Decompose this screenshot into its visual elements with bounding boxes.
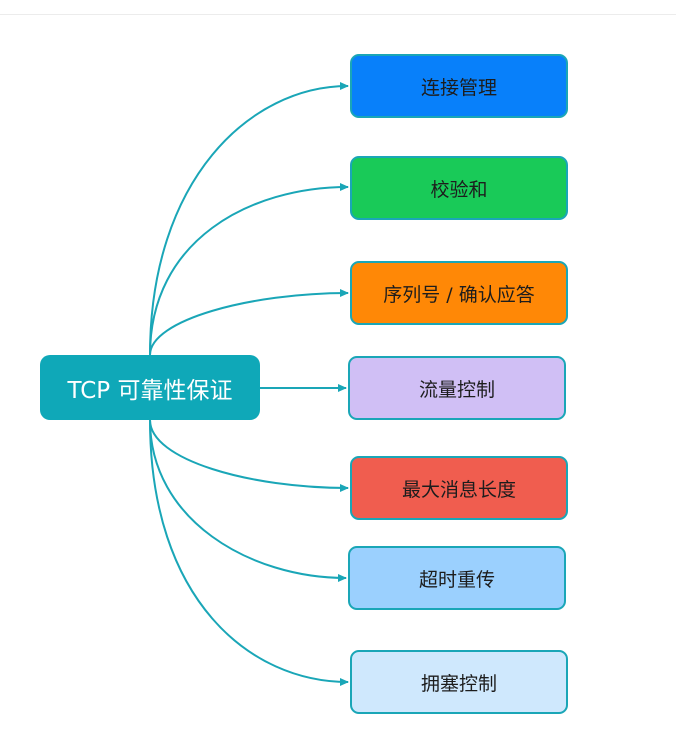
node-label: 连接管理: [420, 76, 497, 99]
connector-timeout-retransmit: [149, 419, 347, 582]
connector-connection-management: [149, 82, 349, 356]
node-flow-control: 流量控制: [348, 356, 566, 420]
connector-checksum: [149, 183, 349, 356]
node-label: 序列号 / 确认应答: [383, 283, 535, 306]
node-timeout-retransmit: 超时重传: [348, 546, 566, 610]
node-checksum: 校验和: [350, 156, 568, 220]
connector-congestion-control: [149, 419, 349, 686]
root-node: TCP 可靠性保证: [40, 355, 260, 420]
connector-sequence-ack: [149, 289, 349, 356]
node-label: 校验和: [430, 178, 488, 201]
node-sequence-ack: 序列号 / 确认应答: [350, 261, 568, 325]
node-max-segment-size: 最大消息长度: [350, 456, 568, 520]
node-label: 超时重传: [418, 568, 495, 591]
node-label: 最大消息长度: [401, 478, 516, 501]
node-connection-management: 连接管理: [350, 54, 568, 118]
node-label: 流量控制: [418, 378, 495, 401]
node-label: 拥塞控制: [420, 672, 497, 695]
connector-max-segment: [149, 419, 349, 492]
node-congestion-control: 拥塞控制: [350, 650, 568, 714]
root-label: TCP 可靠性保证: [67, 377, 233, 404]
